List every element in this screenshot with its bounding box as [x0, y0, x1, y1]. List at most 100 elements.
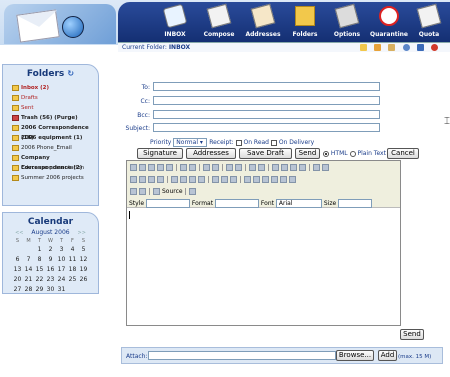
nav-quota[interactable]: Quota — [408, 2, 450, 42]
redo-icon[interactable] — [212, 164, 219, 171]
calendar-day[interactable]: 2 — [45, 244, 56, 254]
folder-sent[interactable]: Sent — [3, 103, 98, 113]
paste-word-icon[interactable] — [166, 164, 173, 171]
align-left-icon[interactable] — [171, 176, 178, 183]
text-color-icon[interactable] — [130, 188, 137, 195]
folder-2006-equipment[interactable]: 2006 equipment (1) — [3, 133, 98, 143]
folder-drafts[interactable]: Drafts — [3, 93, 98, 103]
info-icon[interactable] — [416, 44, 424, 51]
bulleted-list-icon[interactable] — [139, 176, 146, 183]
horizontal-rule-icon[interactable] — [262, 176, 269, 183]
nav-folders[interactable]: Folders — [284, 2, 326, 42]
signature-button[interactable]: Signature — [137, 148, 183, 159]
calendar-day[interactable]: 7 — [23, 254, 34, 264]
calendar-day[interactable]: 6 — [12, 254, 23, 264]
folder-2006-correspondence[interactable]: 2006 Correspondence (16) — [3, 123, 98, 141]
anchor-icon[interactable] — [230, 176, 237, 183]
html-radio[interactable] — [323, 150, 329, 157]
message-body-editor[interactable] — [129, 211, 130, 219]
nav-inbox[interactable]: INBOX — [154, 2, 196, 42]
address-book-icon[interactable] — [388, 44, 396, 51]
folder-inbox[interactable]: Inbox (2) — [3, 83, 98, 93]
link-icon[interactable] — [212, 176, 219, 183]
send-button-bottom[interactable]: Send — [400, 329, 424, 340]
paste-text-icon[interactable] — [157, 164, 164, 171]
replace-icon[interactable] — [235, 164, 242, 171]
calendar-day[interactable] — [78, 284, 89, 294]
underline-icon[interactable] — [290, 164, 297, 171]
calendar-day[interactable]: 27 — [12, 284, 23, 294]
calendar-day[interactable]: 29 — [34, 284, 45, 294]
addresses-button[interactable]: Addresses — [186, 148, 236, 159]
calendar-day[interactable]: 18 — [67, 264, 78, 274]
attach-file-input[interactable] — [148, 351, 336, 360]
background-color-icon[interactable] — [139, 188, 146, 195]
calendar-day[interactable]: 8 — [34, 254, 45, 264]
calendar-day[interactable] — [67, 284, 78, 294]
send-button-top[interactable]: Send — [295, 148, 320, 159]
page-break-icon[interactable] — [289, 176, 296, 183]
bold-icon[interactable] — [272, 164, 279, 171]
new-message-icon[interactable] — [359, 44, 367, 51]
subject-field[interactable] — [153, 123, 380, 132]
to-field[interactable] — [153, 82, 380, 91]
on-delivery-checkbox[interactable] — [270, 139, 277, 146]
folder-summer-2006-projects[interactable]: Summer 2006 projects — [3, 173, 98, 183]
print-icon[interactable] — [180, 164, 187, 171]
italic-icon[interactable] — [281, 164, 288, 171]
folder-company-correspondence[interactable]: Company Correspondence (2) — [3, 153, 98, 171]
calendar-day[interactable]: 26 — [78, 274, 89, 284]
save-draft-button[interactable]: Save Draft — [239, 148, 292, 159]
folder-educause-presentation[interactable]: Educause presentation — [3, 163, 98, 173]
align-right-icon[interactable] — [189, 176, 196, 183]
folder-2006-phone-email[interactable]: 2006 Phone_Email — [3, 143, 98, 153]
calendar-day[interactable]: 25 — [67, 274, 78, 284]
logout-icon[interactable] — [431, 44, 438, 51]
calendar-day[interactable]: 11 — [67, 254, 78, 264]
calendar-day[interactable]: 17 — [56, 264, 67, 274]
about-icon[interactable] — [188, 188, 196, 195]
calendar-day[interactable]: 12 — [78, 254, 89, 264]
calendar-day[interactable]: 10 — [56, 254, 67, 264]
browse-button[interactable]: Browse... — [336, 350, 374, 361]
table-icon[interactable] — [253, 176, 260, 183]
calendar-day[interactable] — [23, 244, 34, 254]
calendar-day[interactable]: 3 — [56, 244, 67, 254]
copy-icon[interactable] — [139, 164, 146, 171]
justify-icon[interactable] — [198, 176, 205, 183]
indent-icon[interactable] — [157, 176, 164, 183]
format-select[interactable] — [215, 199, 259, 208]
bcc-field[interactable] — [153, 110, 380, 119]
spellcheck-icon[interactable] — [189, 164, 196, 171]
calendar-day[interactable]: 9 — [45, 254, 56, 264]
calendar-prev[interactable]: << — [15, 230, 23, 236]
calendar-day[interactable]: 4 — [67, 244, 78, 254]
calendar-day[interactable]: 16 — [45, 264, 56, 274]
special-char-icon[interactable] — [280, 176, 287, 183]
align-center-icon[interactable] — [180, 176, 187, 183]
cc-field[interactable] — [153, 96, 380, 105]
unlink-icon[interactable] — [221, 176, 228, 183]
calendar-day[interactable]: 14 — [23, 264, 34, 274]
folder-trash[interactable]: Trash (56) (Purge) — [3, 113, 98, 123]
strikethrough-icon[interactable] — [299, 164, 306, 171]
image-icon[interactable] — [244, 176, 251, 183]
calendar-day[interactable]: 22 — [34, 274, 45, 284]
size-select[interactable] — [338, 199, 373, 208]
on-read-checkbox[interactable] — [235, 139, 242, 146]
outdent-icon[interactable] — [148, 176, 155, 183]
calendar-day[interactable]: 5 — [78, 244, 89, 254]
cut-icon[interactable] — [130, 164, 137, 171]
calendar-day[interactable]: 15 — [34, 264, 45, 274]
calendar-day[interactable]: 31 — [56, 284, 67, 294]
priority-select[interactable]: Normal ▾ — [173, 138, 208, 147]
calendar-day[interactable]: 23 — [45, 274, 56, 284]
calendar-day[interactable]: 21 — [23, 274, 34, 284]
source-label[interactable]: Source — [162, 188, 183, 195]
add-attachment-button[interactable]: Add — [378, 350, 397, 361]
nav-options[interactable]: Options — [326, 2, 368, 42]
font-select[interactable]: Arial — [275, 199, 322, 208]
cancel-button[interactable]: Cancel — [387, 148, 419, 159]
refresh-icon[interactable]: ↻ — [67, 69, 74, 78]
calendar-day[interactable]: 24 — [56, 274, 67, 284]
